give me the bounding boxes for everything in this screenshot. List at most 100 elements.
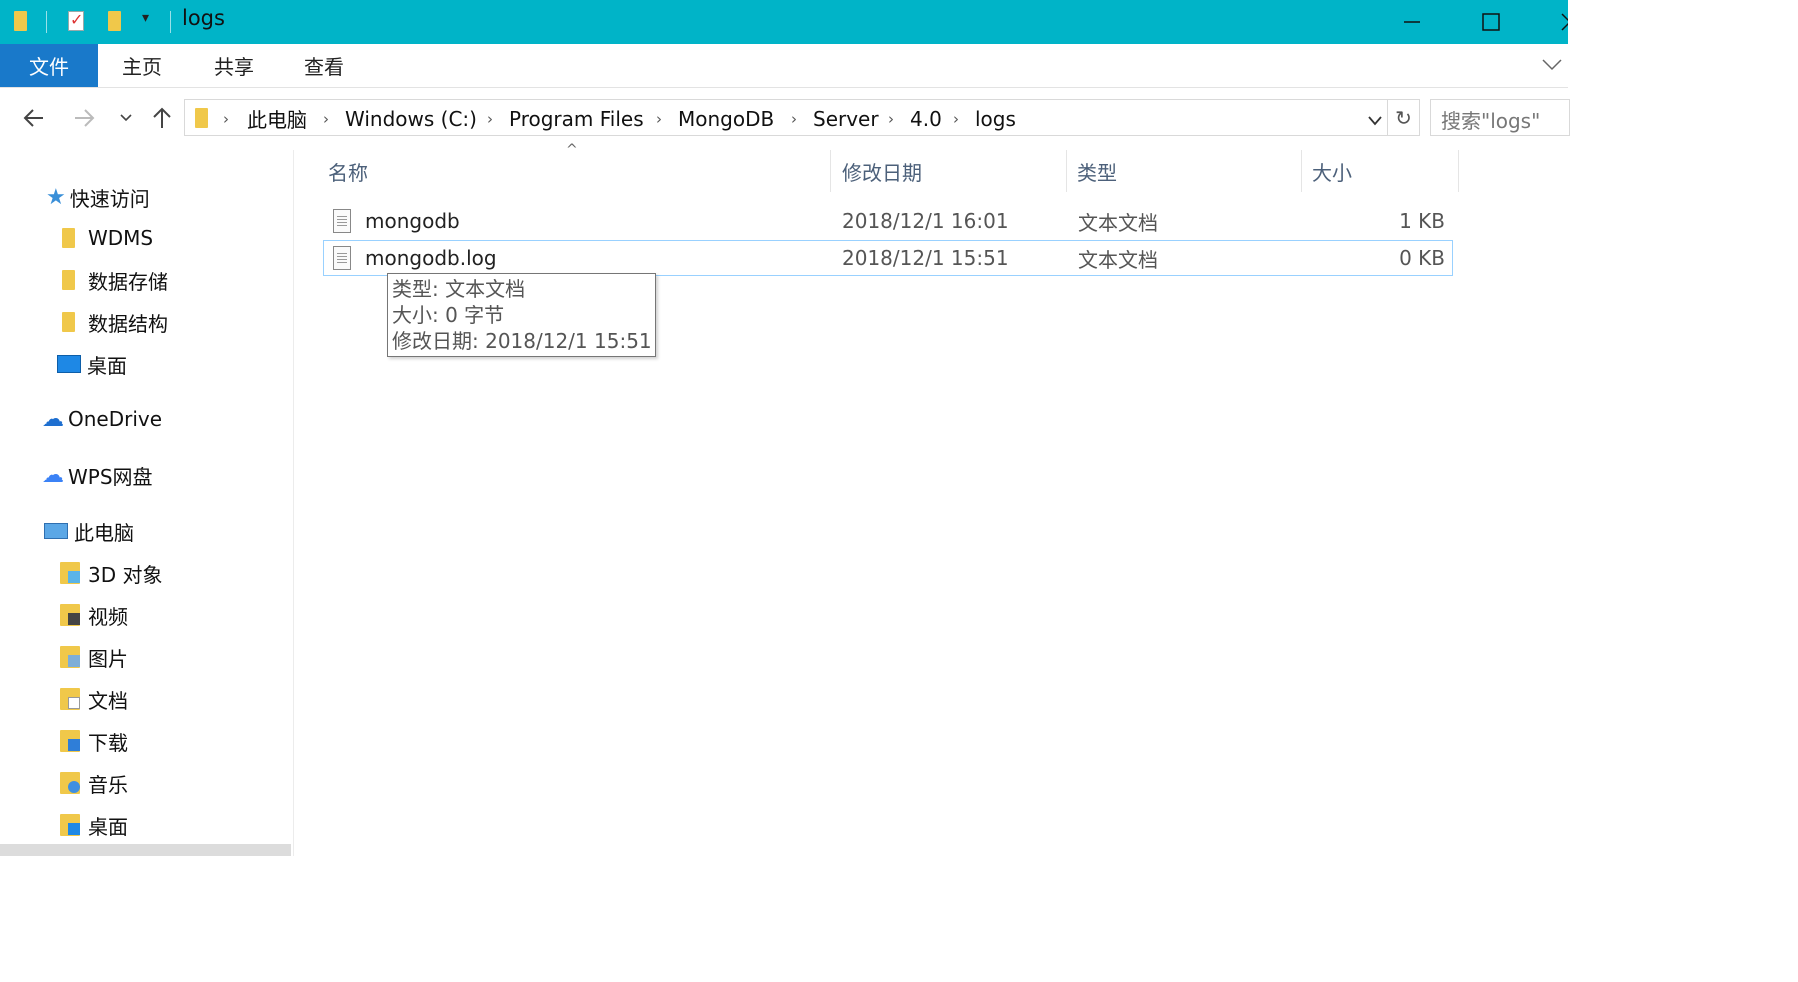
tooltip-size: 大小: 0 字节 <box>392 303 505 327</box>
minimize-icon <box>1404 21 1420 23</box>
sidebar-item-quick-access[interactable]: ★ 快速访问 <box>46 177 150 217</box>
file-row-mongodb[interactable]: mongodb 2018/12/1 16:01 文本文档 1 KB <box>323 203 1453 239</box>
file-name[interactable]: mongodb <box>365 203 460 239</box>
sidebar-item-onedrive[interactable]: ☁ OneDrive <box>42 399 162 439</box>
chevron-down-icon <box>1368 116 1382 126</box>
column-divider[interactable] <box>1458 150 1459 192</box>
breadcrumb-logs[interactable]: logs <box>975 100 1016 137</box>
tab-view[interactable]: 查看 <box>286 44 362 87</box>
ribbon-tabs: 文件 主页 共享 查看 <box>0 44 1568 88</box>
properties-icon[interactable] <box>68 10 84 31</box>
address-history-button[interactable] <box>1367 112 1383 131</box>
breadcrumb-4-0[interactable]: 4.0 <box>910 100 942 137</box>
documents-icon <box>60 688 80 710</box>
desktop-icon <box>57 355 81 373</box>
videos-icon <box>60 604 80 626</box>
window-title: logs <box>182 6 225 30</box>
sidebar-item-documents[interactable]: 文档 <box>60 679 128 719</box>
arrow-right-icon <box>75 109 95 127</box>
desktop-icon <box>60 814 80 836</box>
chevron-right-icon[interactable]: › <box>656 100 662 137</box>
sidebar-item-pictures[interactable]: 图片 <box>60 637 128 677</box>
column-header-type[interactable]: 类型 <box>1071 150 1301 192</box>
chevron-right-icon[interactable]: › <box>888 100 894 137</box>
customize-quick-access-icon[interactable]: ▾ <box>142 10 149 26</box>
sidebar-item-label: 数据存储 <box>88 269 168 294</box>
sidebar-item-this-pc[interactable]: 此电脑 <box>44 511 134 551</box>
close-icon <box>1561 13 1568 31</box>
3d-objects-icon <box>60 562 80 584</box>
folder-icon <box>14 11 27 31</box>
recent-locations-button[interactable] <box>108 98 144 138</box>
sidebar-scrollbar[interactable] <box>0 844 291 856</box>
tab-share[interactable]: 共享 <box>196 44 272 87</box>
arrow-left-icon <box>23 109 43 127</box>
column-header-date-modified[interactable]: 修改日期 <box>836 150 1066 192</box>
chevron-down-icon <box>1542 59 1562 71</box>
title-bar[interactable]: ▾ logs <box>0 0 1568 44</box>
file-size: 0 KB <box>1399 246 1445 270</box>
minimize-button[interactable] <box>1382 0 1442 44</box>
chevron-right-icon[interactable]: › <box>323 100 329 137</box>
folder-icon <box>195 108 208 128</box>
column-header-size[interactable]: 大小 <box>1306 150 1458 192</box>
toolbar-divider <box>46 11 47 33</box>
sidebar-item-music[interactable]: 音乐 <box>60 763 128 803</box>
file-name[interactable]: mongodb.log <box>365 240 497 276</box>
up-button[interactable] <box>142 98 182 138</box>
downloads-icon <box>60 730 80 752</box>
sidebar-item-label: 文档 <box>88 688 128 713</box>
refresh-button[interactable]: ↻ <box>1388 99 1420 136</box>
tab-home[interactable]: 主页 <box>104 44 180 87</box>
breadcrumb-server[interactable]: Server <box>813 100 879 137</box>
breadcrumb-mongodb[interactable]: MongoDB <box>678 100 774 137</box>
chevron-right-icon[interactable]: › <box>953 100 959 137</box>
cloud-icon: ☁ <box>42 462 64 488</box>
refresh-icon: ↻ <box>1395 105 1412 130</box>
file-date-modified: 2018/12/1 16:01 <box>842 209 1009 233</box>
sidebar-item-wdms[interactable]: WDMS <box>62 218 153 258</box>
sidebar-item-label: 3D 对象 <box>88 562 163 587</box>
breadcrumb-windows-c[interactable]: Windows (C:) <box>345 100 477 137</box>
breadcrumb-program-files[interactable]: Program Files <box>509 100 644 137</box>
arrow-up-icon <box>153 107 171 128</box>
sidebar-item-label: 视频 <box>88 604 128 629</box>
address-bar[interactable]: › 此电脑 › Windows (C:) › Program Files › M… <box>184 99 1388 136</box>
sidebar-item-label: 下载 <box>88 730 128 755</box>
sidebar-item-data-structures[interactable]: 数据结构 <box>62 302 168 342</box>
forward-button[interactable] <box>64 98 104 138</box>
chevron-right-icon[interactable]: › <box>791 100 797 137</box>
sidebar-item-label: 桌面 <box>87 353 127 378</box>
breadcrumb-this-pc[interactable]: 此电脑 <box>247 100 307 137</box>
text-file-icon <box>333 203 351 239</box>
back-button[interactable] <box>14 98 54 138</box>
chevron-right-icon[interactable]: › <box>223 100 229 137</box>
column-header-name[interactable]: 名称 <box>322 150 830 192</box>
folder-icon <box>62 228 75 248</box>
expand-ribbon-button[interactable] <box>1540 52 1564 80</box>
computer-icon <box>44 523 68 539</box>
folder-icon <box>62 270 75 290</box>
chevron-right-icon[interactable]: › <box>487 100 493 137</box>
maximize-button[interactable] <box>1461 0 1521 44</box>
sidebar-item-label: 数据结构 <box>88 311 168 336</box>
column-divider[interactable] <box>830 150 831 192</box>
file-info-tooltip: 类型: 文本文档 大小: 0 字节 修改日期: 2018/12/1 15:51 <box>387 273 656 357</box>
close-button[interactable] <box>1540 0 1568 44</box>
music-icon <box>60 772 80 794</box>
sidebar-item-3d-objects[interactable]: 3D 对象 <box>60 553 162 593</box>
column-divider[interactable] <box>1066 150 1067 192</box>
sidebar-item-data-storage[interactable]: 数据存储 <box>62 260 168 300</box>
sidebar-item-downloads[interactable]: 下载 <box>60 721 128 761</box>
column-divider[interactable] <box>1301 150 1302 192</box>
sidebar-item-wps-drive[interactable]: ☁ WPS网盘 <box>42 455 153 495</box>
new-folder-icon[interactable] <box>108 11 121 31</box>
file-row-mongodb-log[interactable]: mongodb.log 2018/12/1 15:51 文本文档 0 KB <box>323 240 1453 276</box>
search-input[interactable]: 搜索"logs" <box>1430 99 1570 136</box>
sidebar-item-desktop[interactable]: 桌面 <box>57 344 127 384</box>
tab-file[interactable]: 文件 <box>0 44 98 87</box>
chevron-down-icon <box>120 114 132 122</box>
tooltip-date-modified: 修改日期: 2018/12/1 15:51 <box>392 329 652 353</box>
sidebar-item-videos[interactable]: 视频 <box>60 595 128 635</box>
sidebar-item-desktop-pc[interactable]: 桌面 <box>60 805 128 845</box>
